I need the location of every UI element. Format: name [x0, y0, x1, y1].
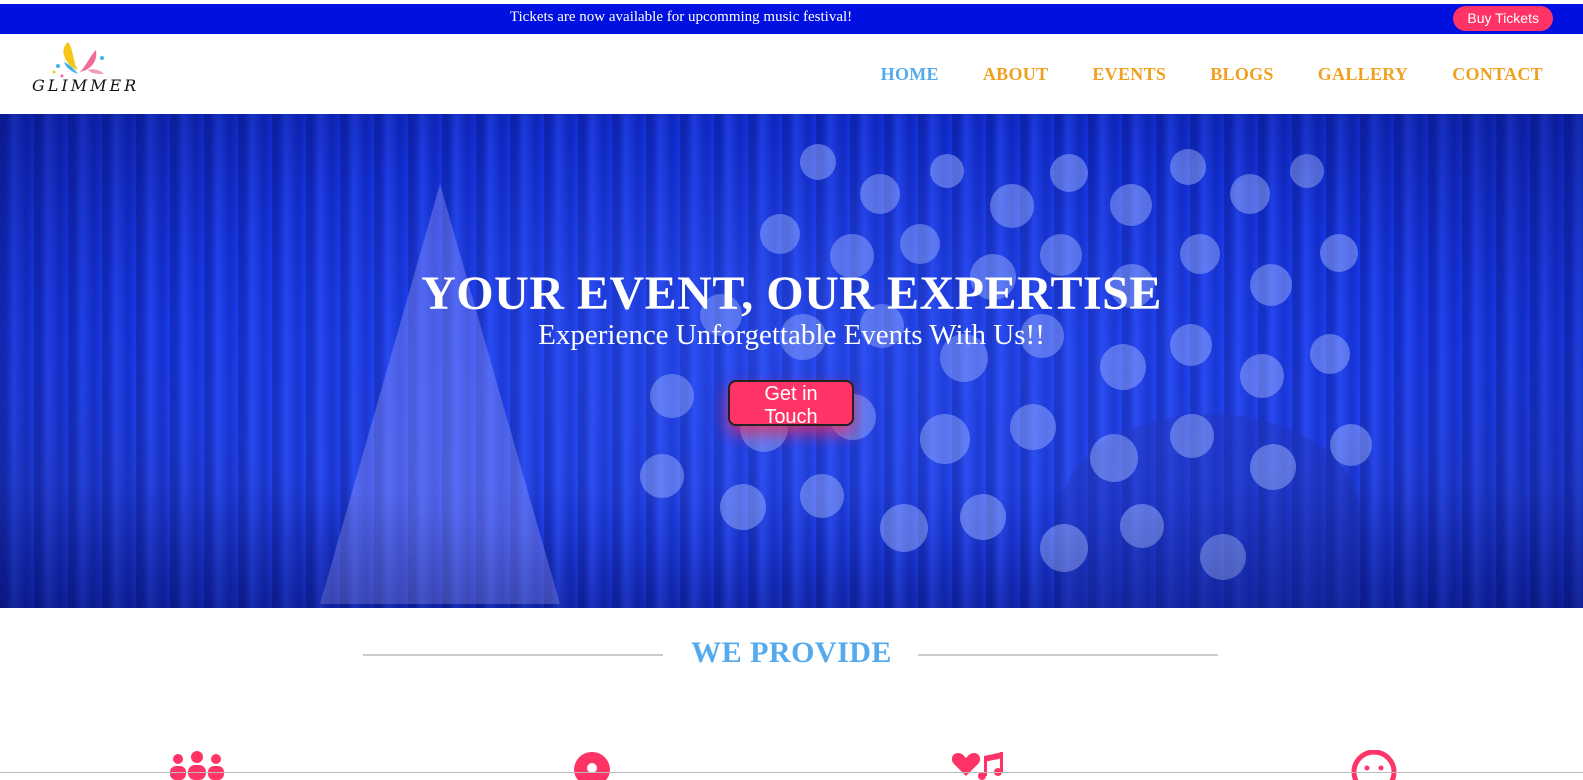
main-nav: HOME ABOUT EVENTS BLOGS GALLERY CONTACT — [881, 64, 1543, 85]
logo-text: GLIMMER — [32, 76, 140, 95]
hero-title: YOUR EVENT, OUR EXPERTISE — [421, 267, 1162, 320]
hero-vignette — [0, 114, 1583, 609]
announcement-text: Tickets are now available for upcomming … — [509, 9, 853, 25]
smile-icon — [1351, 750, 1397, 780]
heart-music-icon — [951, 752, 1003, 780]
nav-events[interactable]: EVENTS — [1092, 64, 1166, 85]
logo[interactable]: GLIMMER — [28, 36, 136, 104]
section-divider-right — [918, 654, 1218, 656]
nav-contact[interactable]: CONTACT — [1452, 64, 1543, 85]
nav-about[interactable]: ABOUT — [983, 64, 1049, 85]
hero-subtitle: Experience Unforgettable Events With Us!… — [538, 319, 1045, 351]
viewport-bottom-rule — [0, 772, 1583, 773]
announcement-bar: Tickets are now available for upcomming … — [0, 4, 1583, 34]
nav-blogs[interactable]: BLOGS — [1210, 64, 1274, 85]
nav-gallery[interactable]: GALLERY — [1318, 64, 1408, 85]
map-pin-icon — [574, 752, 610, 780]
we-provide-section: WE PROVIDE — [0, 608, 1583, 780]
buy-tickets-button[interactable]: Buy Tickets — [1453, 6, 1553, 31]
nav-home[interactable]: HOME — [881, 64, 939, 85]
get-in-touch-button[interactable]: Get in Touch — [728, 380, 854, 428]
section-title: WE PROVIDE — [691, 636, 892, 669]
people-group-icon — [170, 751, 224, 780]
hero-banner: YOUR EVENT, OUR EXPERTISE Experience Unf… — [0, 114, 1583, 609]
navbar: GLIMMER HOME ABOUT EVENTS BLOGS GALLERY … — [0, 34, 1583, 114]
